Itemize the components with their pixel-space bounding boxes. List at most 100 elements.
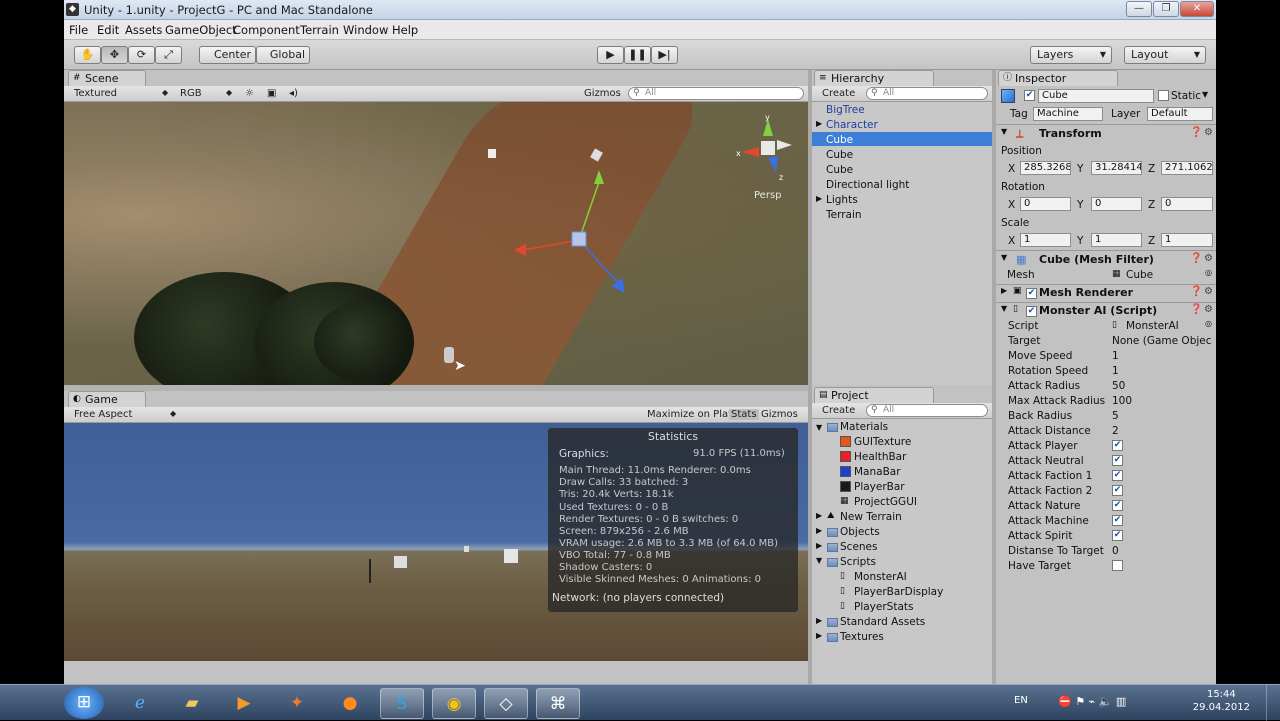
cube-object[interactable] bbox=[488, 149, 496, 158]
menu-gameobject[interactable]: GameObject bbox=[165, 23, 237, 37]
project-folder-textures[interactable]: Textures bbox=[840, 631, 884, 643]
project-folder-materials[interactable]: Materials bbox=[840, 421, 888, 433]
expand-arrow-icon[interactable]: ▶ bbox=[816, 119, 822, 128]
mesh-renderer-header[interactable]: ▶ ▣ ✔ Mesh Renderer ❓ ⚙ bbox=[996, 286, 1216, 302]
rotation-y-field[interactable]: 0 bbox=[1091, 197, 1142, 211]
project-item-playerstats[interactable]: PlayerStats bbox=[854, 601, 913, 613]
hierarchy-item-cube[interactable]: Cube bbox=[826, 164, 853, 176]
image-toggle-icon[interactable]: ▣ bbox=[267, 88, 276, 99]
object-name-field[interactable]: Cube bbox=[1038, 89, 1154, 103]
move-speed-field[interactable]: 1 bbox=[1112, 350, 1119, 362]
script-value[interactable]: MonsterAI bbox=[1126, 320, 1179, 332]
layer-dropdown[interactable]: Default bbox=[1147, 107, 1213, 121]
attack-faction-2-checkbox[interactable]: ✔ bbox=[1112, 485, 1123, 496]
help-icon[interactable]: ❓ bbox=[1190, 304, 1202, 315]
attack-distance-field[interactable]: 2 bbox=[1112, 425, 1119, 437]
scale-z-field[interactable]: 1 bbox=[1161, 233, 1213, 247]
layout-dropdown[interactable]: Layout ▼ bbox=[1124, 46, 1206, 64]
move-gizmo[interactable] bbox=[504, 162, 624, 302]
collapse-arrow-icon[interactable]: ▼ bbox=[816, 556, 822, 565]
dropdown-arrow-icon[interactable]: ▼ bbox=[1202, 90, 1208, 99]
menu-edit[interactable]: Edit bbox=[97, 23, 119, 37]
collapse-arrow-icon[interactable]: ▼ bbox=[1001, 127, 1007, 136]
expand-arrow-icon[interactable]: ▶ bbox=[816, 194, 822, 203]
language-indicator[interactable]: EN bbox=[1014, 695, 1028, 706]
gear-icon[interactable]: ⚙ bbox=[1204, 304, 1213, 315]
position-z-field[interactable]: 271.1062 bbox=[1161, 161, 1213, 175]
expand-arrow-icon[interactable]: ▶ bbox=[816, 511, 822, 520]
minimize-button[interactable]: — bbox=[1126, 1, 1152, 17]
help-icon[interactable]: ❓ bbox=[1190, 286, 1202, 297]
project-item-playerbar[interactable]: PlayerBar bbox=[854, 481, 905, 493]
project-item-healthbar[interactable]: HealthBar bbox=[854, 451, 906, 463]
project-create-dropdown[interactable]: Create bbox=[822, 405, 855, 416]
scene-view[interactable]: y x z Persp ➤ bbox=[64, 102, 808, 385]
project-item-playerbardisplay[interactable]: PlayerBarDisplay bbox=[854, 586, 943, 598]
back-radius-field[interactable]: 5 bbox=[1112, 410, 1119, 422]
gear-icon[interactable]: ⚙ bbox=[1204, 286, 1213, 297]
hierarchy-item-directional-light[interactable]: Directional light bbox=[826, 179, 909, 191]
project-item-new-terrain[interactable]: New Terrain bbox=[840, 511, 902, 523]
expand-arrow-icon[interactable]: ▶ bbox=[816, 631, 822, 640]
taskbar-unity[interactable]: ◇ bbox=[484, 688, 528, 719]
expand-arrow-icon[interactable]: ▶ bbox=[816, 541, 822, 550]
expand-arrow-icon[interactable]: ▶ bbox=[816, 526, 822, 535]
target-field[interactable]: None (Game Objec bbox=[1112, 335, 1212, 347]
layers-dropdown[interactable]: Layers ▼ bbox=[1030, 46, 1112, 64]
scale-tool-button[interactable]: ⤢ bbox=[155, 46, 182, 64]
tray-icons[interactable]: ⛔ ⚑ ⌁ 🔈 ▥ bbox=[1058, 695, 1126, 708]
cube-object[interactable] bbox=[444, 347, 454, 363]
hierarchy-create-dropdown[interactable]: Create bbox=[822, 88, 855, 99]
project-item-manabar[interactable]: ManaBar bbox=[854, 466, 901, 478]
stats-toggle[interactable]: Stats bbox=[729, 409, 759, 420]
project-item-monsterai[interactable]: MonsterAI bbox=[854, 571, 907, 583]
scene-axis-gizmo[interactable]: y x z bbox=[734, 114, 794, 184]
pivot-center-button[interactable]: Center bbox=[199, 46, 256, 64]
taskbar-explorer[interactable]: ▰ bbox=[170, 688, 214, 719]
project-folder-objects[interactable]: Objects bbox=[840, 526, 880, 538]
help-icon[interactable]: ❓ bbox=[1190, 253, 1202, 264]
rotation-x-field[interactable]: 0 bbox=[1020, 197, 1071, 211]
position-x-field[interactable]: 285.3268 bbox=[1020, 161, 1071, 175]
mesh-filter-header[interactable]: ▼ ▦ Cube (Mesh Filter) ❓ ⚙ bbox=[996, 253, 1216, 269]
menu-file[interactable]: File bbox=[69, 23, 88, 37]
help-icon[interactable]: ❓ bbox=[1190, 127, 1202, 138]
hierarchy-item-bigtree[interactable]: BigTree bbox=[826, 104, 865, 116]
project-item-projectggui[interactable]: ProjectGGUI bbox=[854, 496, 917, 508]
collapse-arrow-icon[interactable]: ▼ bbox=[1001, 253, 1007, 262]
have-target-checkbox[interactable] bbox=[1112, 560, 1123, 571]
attack-player-checkbox[interactable]: ✔ bbox=[1112, 440, 1123, 451]
project-folder-scenes[interactable]: Scenes bbox=[840, 541, 877, 553]
project-folder-scripts[interactable]: Scripts bbox=[840, 556, 876, 568]
menu-terrain[interactable]: Terrain bbox=[300, 23, 339, 37]
attack-radius-field[interactable]: 50 bbox=[1112, 380, 1125, 392]
taskbar-internet-explorer[interactable]: ℯ bbox=[118, 688, 162, 719]
attack-neutral-checkbox[interactable]: ✔ bbox=[1112, 455, 1123, 466]
gear-icon[interactable]: ⚙ bbox=[1204, 253, 1213, 264]
lighting-toggle-icon[interactable]: ☼ bbox=[245, 88, 254, 99]
mesh-renderer-enabled-checkbox[interactable]: ✔ bbox=[1026, 288, 1037, 299]
max-attack-radius-field[interactable]: 100 bbox=[1112, 395, 1132, 407]
gear-icon[interactable]: ⚙ bbox=[1204, 127, 1213, 138]
monster-ai-header[interactable]: ▼ ▯ ✔ Monster AI (Script) ❓ ⚙ bbox=[996, 304, 1216, 320]
project-item-guitexture[interactable]: GUITexture bbox=[854, 436, 911, 448]
rotate-tool-button[interactable]: ⟳ bbox=[128, 46, 155, 64]
hierarchy-item-character[interactable]: Character bbox=[826, 119, 878, 131]
collapse-arrow-icon[interactable]: ▼ bbox=[1001, 304, 1007, 313]
attack-nature-checkbox[interactable]: ✔ bbox=[1112, 500, 1123, 511]
menu-help[interactable]: Help bbox=[392, 23, 418, 37]
shading-mode-dropdown[interactable]: Textured bbox=[74, 88, 117, 99]
rotation-z-field[interactable]: 0 bbox=[1161, 197, 1213, 211]
panel-splitter[interactable] bbox=[64, 385, 808, 391]
taskbar-skype[interactable]: S bbox=[380, 688, 424, 719]
monster-ai-enabled-checkbox[interactable]: ✔ bbox=[1026, 306, 1037, 317]
taskbar-chrome[interactable]: ◉ bbox=[432, 688, 476, 719]
collapse-arrow-icon[interactable]: ▼ bbox=[816, 423, 822, 432]
audio-toggle-icon[interactable]: ◂) bbox=[289, 88, 298, 99]
maximize-on-play-toggle[interactable]: Maximize on Play bbox=[647, 409, 734, 420]
attack-machine-checkbox[interactable]: ✔ bbox=[1112, 515, 1123, 526]
render-mode-dropdown[interactable]: RGB bbox=[180, 88, 202, 99]
scale-x-field[interactable]: 1 bbox=[1020, 233, 1071, 247]
distance-to-target-field[interactable]: 0 bbox=[1112, 545, 1119, 557]
rotation-speed-field[interactable]: 1 bbox=[1112, 365, 1119, 377]
